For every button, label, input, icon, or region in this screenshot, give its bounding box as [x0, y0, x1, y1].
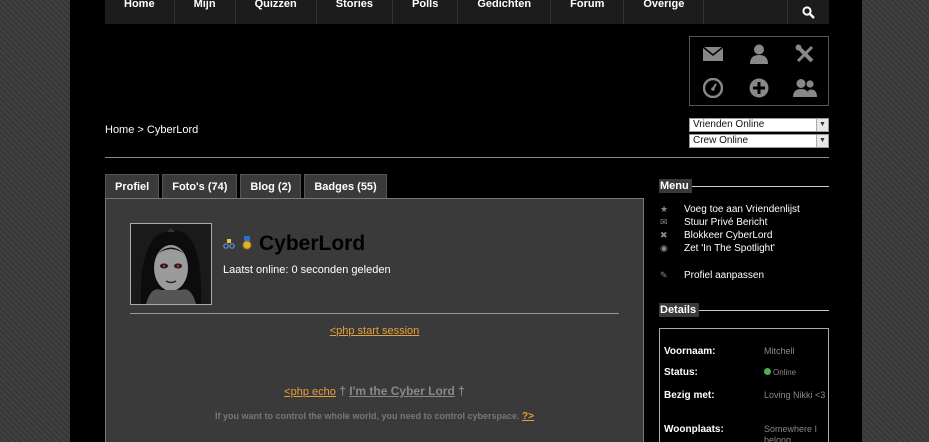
details-title: Details: [659, 303, 700, 317]
menu-item-label: Blokkeer CyberLord: [684, 230, 773, 241]
menu-header: Menu: [659, 179, 829, 193]
profile-tabs: Profiel Foto's (74) Blog (2) Badges (55): [105, 174, 387, 199]
php-end-link[interactable]: ?>: [522, 411, 534, 422]
crew-online-select[interactable]: Crew Online ▼: [689, 134, 829, 148]
avatar: [130, 223, 212, 305]
friends-online-select[interactable]: Vrienden Online ▼: [689, 118, 829, 132]
tab-blog[interactable]: Blog (2): [240, 174, 302, 199]
menu-item-edit-profile[interactable]: ✎ Profiel aanpassen: [659, 269, 829, 282]
friends-online-value: Vrienden Online: [693, 119, 765, 130]
detail-key: Bezig met:: [664, 390, 715, 401]
nav-stories-label: Stories: [335, 0, 374, 10]
username-row: CyberLord: [223, 232, 365, 256]
profile-username: CyberLord: [259, 232, 366, 255]
menu-title: Menu: [659, 179, 692, 193]
nav-home-label: Home: [124, 0, 155, 10]
users-icon[interactable]: [793, 76, 817, 100]
divider: [105, 157, 829, 158]
chevron-down-icon: ▼: [816, 119, 828, 131]
tools-icon[interactable]: [793, 42, 817, 66]
detail-key: Voornaam:: [664, 346, 716, 357]
search-button[interactable]: [787, 0, 829, 24]
online-status-icon: [764, 368, 771, 375]
mail-icon: ✉: [660, 217, 668, 227]
tab-badges[interactable]: Badges (55): [304, 174, 387, 199]
plus-circle-icon[interactable]: [747, 76, 771, 100]
block-icon: ✖: [660, 230, 668, 240]
menu-spacer: [659, 255, 829, 269]
pencil-icon: ✎: [660, 270, 668, 280]
chevron-down-icon: ▼: [816, 135, 828, 147]
menu-item-label: Voeg toe aan Vriendenlijst: [684, 204, 800, 215]
menu-item-label: Zet 'In The Spotlight': [684, 243, 775, 254]
nav-polls[interactable]: Polls: [393, 0, 459, 24]
nav-overige-label: Overige: [643, 0, 685, 10]
cyber-lord-line: <php echo † I'm the Cyber Lord †: [106, 384, 643, 398]
menu-item-label: Stuur Privé Bericht: [684, 217, 768, 228]
status-text: Online: [773, 368, 797, 377]
crew-online-value: Crew Online: [693, 135, 749, 146]
last-online-text: Laatst online: 0 seconden geleden: [223, 264, 391, 276]
tab-profiel[interactable]: Profiel: [105, 174, 160, 199]
nav-home[interactable]: Home: [105, 0, 175, 24]
cyber-lord-link[interactable]: I'm the Cyber Lord: [349, 384, 455, 398]
nav-gedichten-label: Gedichten: [477, 0, 532, 10]
badge-medal-icon: [241, 235, 253, 253]
menu-item-spotlight[interactable]: ◉ Zet 'In The Spotlight': [659, 242, 829, 255]
breadcrumb-separator: >: [137, 124, 144, 136]
quick-icons-box: [689, 36, 829, 106]
status-value: Online: [764, 367, 826, 378]
menu-item-label: Profiel aanpassen: [684, 270, 765, 281]
dagger-left: †: [339, 384, 346, 398]
php-echo-link[interactable]: <php echo: [284, 386, 336, 398]
nav-polls-label: Polls: [412, 0, 439, 10]
nav-quizzen-label: Quizzen: [254, 0, 297, 10]
envelope-icon[interactable]: [701, 42, 725, 66]
nav-overige[interactable]: Overige: [624, 0, 705, 24]
profile-divider: [130, 313, 619, 314]
search-icon: [802, 5, 815, 19]
menu-item-block-user[interactable]: ✖ Blokkeer CyberLord: [659, 229, 829, 242]
user-icon[interactable]: [747, 42, 771, 66]
tab-fotos[interactable]: Foto's (74): [162, 174, 238, 199]
nav-gedichten[interactable]: Gedichten: [458, 0, 552, 24]
menu-header-line: [691, 185, 829, 187]
breadcrumb-home-link[interactable]: Home: [105, 124, 134, 136]
quote-text: If you want to control the whole world, …: [214, 411, 520, 421]
quote-line: If you want to control the whole world, …: [106, 411, 643, 422]
star-icon: ★: [660, 204, 669, 214]
php-start-link[interactable]: <php start session: [330, 325, 420, 337]
detail-key: Status:: [664, 367, 698, 378]
nav-stories[interactable]: Stories: [317, 0, 394, 24]
nav-mijn-label: Mijn: [193, 0, 216, 10]
detail-value: Mitchell: [764, 346, 795, 356]
details-header-line: [699, 309, 829, 311]
breadcrumb: Home > CyberLord: [105, 124, 198, 136]
details-box: Voornaam: Mitchell Status: Online Bezig …: [659, 328, 829, 442]
detail-value: Somewhere I belong: [764, 424, 818, 442]
detail-value: Loving Nikki <3: [764, 390, 826, 400]
nav-forum-label: Forum: [570, 0, 605, 10]
sidebar-menu: ★ Voeg toe aan Vriendenlijst ✉ Stuur Pri…: [659, 203, 829, 282]
menu-item-add-friend[interactable]: ★ Voeg toe aan Vriendenlijst: [659, 203, 829, 216]
nav-mijn[interactable]: Mijn: [175, 0, 236, 24]
details-header: Details: [659, 303, 829, 317]
eye-icon: ◉: [660, 243, 668, 253]
profile-panel: CyberLord Laatst online: 0 seconden gele…: [105, 198, 644, 442]
detail-key: Woonplaats:: [664, 424, 724, 435]
top-navigation: Home Mijn Quizzen Stories Polls Gedichte…: [105, 0, 829, 24]
menu-item-send-message[interactable]: ✉ Stuur Privé Bericht: [659, 216, 829, 229]
badge-bike-icon: [223, 237, 235, 252]
dagger-right: †: [458, 384, 465, 398]
breadcrumb-current: CyberLord: [146, 124, 199, 136]
nav-forum[interactable]: Forum: [551, 0, 625, 24]
nav-quizzen[interactable]: Quizzen: [236, 0, 317, 24]
php-start-line: <php start session: [106, 325, 643, 337]
dashboard-icon[interactable]: [701, 76, 725, 100]
